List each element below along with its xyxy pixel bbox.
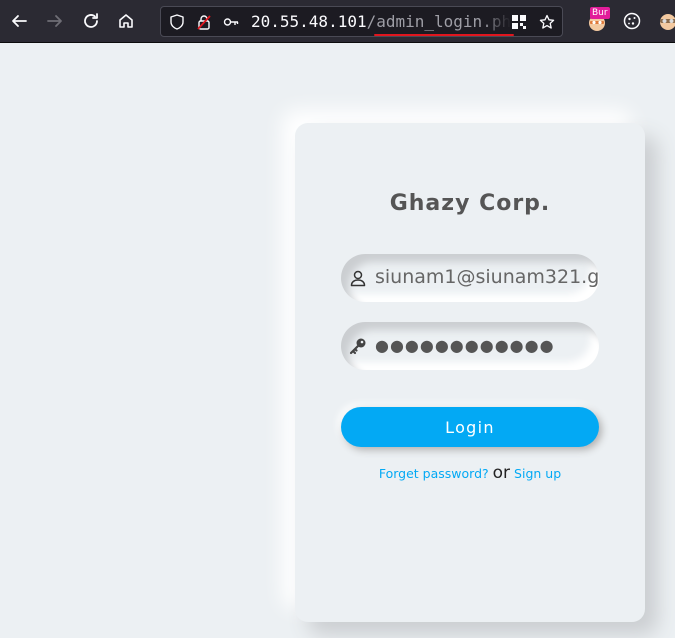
- key-icon: [349, 338, 366, 355]
- extension-icon[interactable]: [657, 10, 675, 32]
- brand-title: Ghazy Corp.: [389, 191, 551, 216]
- bookmark-star-icon[interactable]: [539, 14, 555, 30]
- login-button[interactable]: Login: [341, 407, 599, 447]
- auth-links: Forget password? or Sign up: [295, 463, 645, 483]
- cookie-icon[interactable]: [621, 10, 643, 32]
- user-icon: [350, 270, 366, 287]
- login-card: Ghazy Corp. siunam1@siunam321.g ●●●●●●●●…: [295, 123, 645, 622]
- email-field[interactable]: siunam1@siunam321.g: [341, 254, 599, 302]
- reload-icon[interactable]: [80, 10, 102, 32]
- signup-link[interactable]: Sign up: [514, 466, 561, 481]
- key-icon[interactable]: [223, 14, 239, 30]
- email-input-value[interactable]: siunam1@siunam321.g: [375, 266, 599, 288]
- shield-icon[interactable]: [169, 14, 185, 30]
- insecure-lock-icon[interactable]: [196, 14, 212, 30]
- extension-badge: Bur: [590, 7, 610, 19]
- url-bar[interactable]: 20.55.48.101/admin_login.ph: [160, 6, 563, 37]
- forgot-password-link[interactable]: Forget password?: [379, 466, 489, 481]
- password-input-value[interactable]: ●●●●●●●●●●●●: [375, 336, 555, 355]
- browser-toolbar: 20.55.48.101/admin_login.ph Bur: [0, 0, 675, 43]
- url-highlight-underline: [374, 34, 514, 36]
- back-icon[interactable]: [8, 10, 30, 32]
- home-icon[interactable]: [115, 10, 137, 32]
- forward-icon[interactable]: [44, 10, 66, 32]
- qr-code-icon[interactable]: [511, 14, 527, 30]
- url-fade: [481, 9, 511, 35]
- url-host: 20.55.48.101: [251, 12, 367, 31]
- password-field[interactable]: ●●●●●●●●●●●●: [341, 322, 599, 370]
- or-separator: or: [492, 463, 511, 483]
